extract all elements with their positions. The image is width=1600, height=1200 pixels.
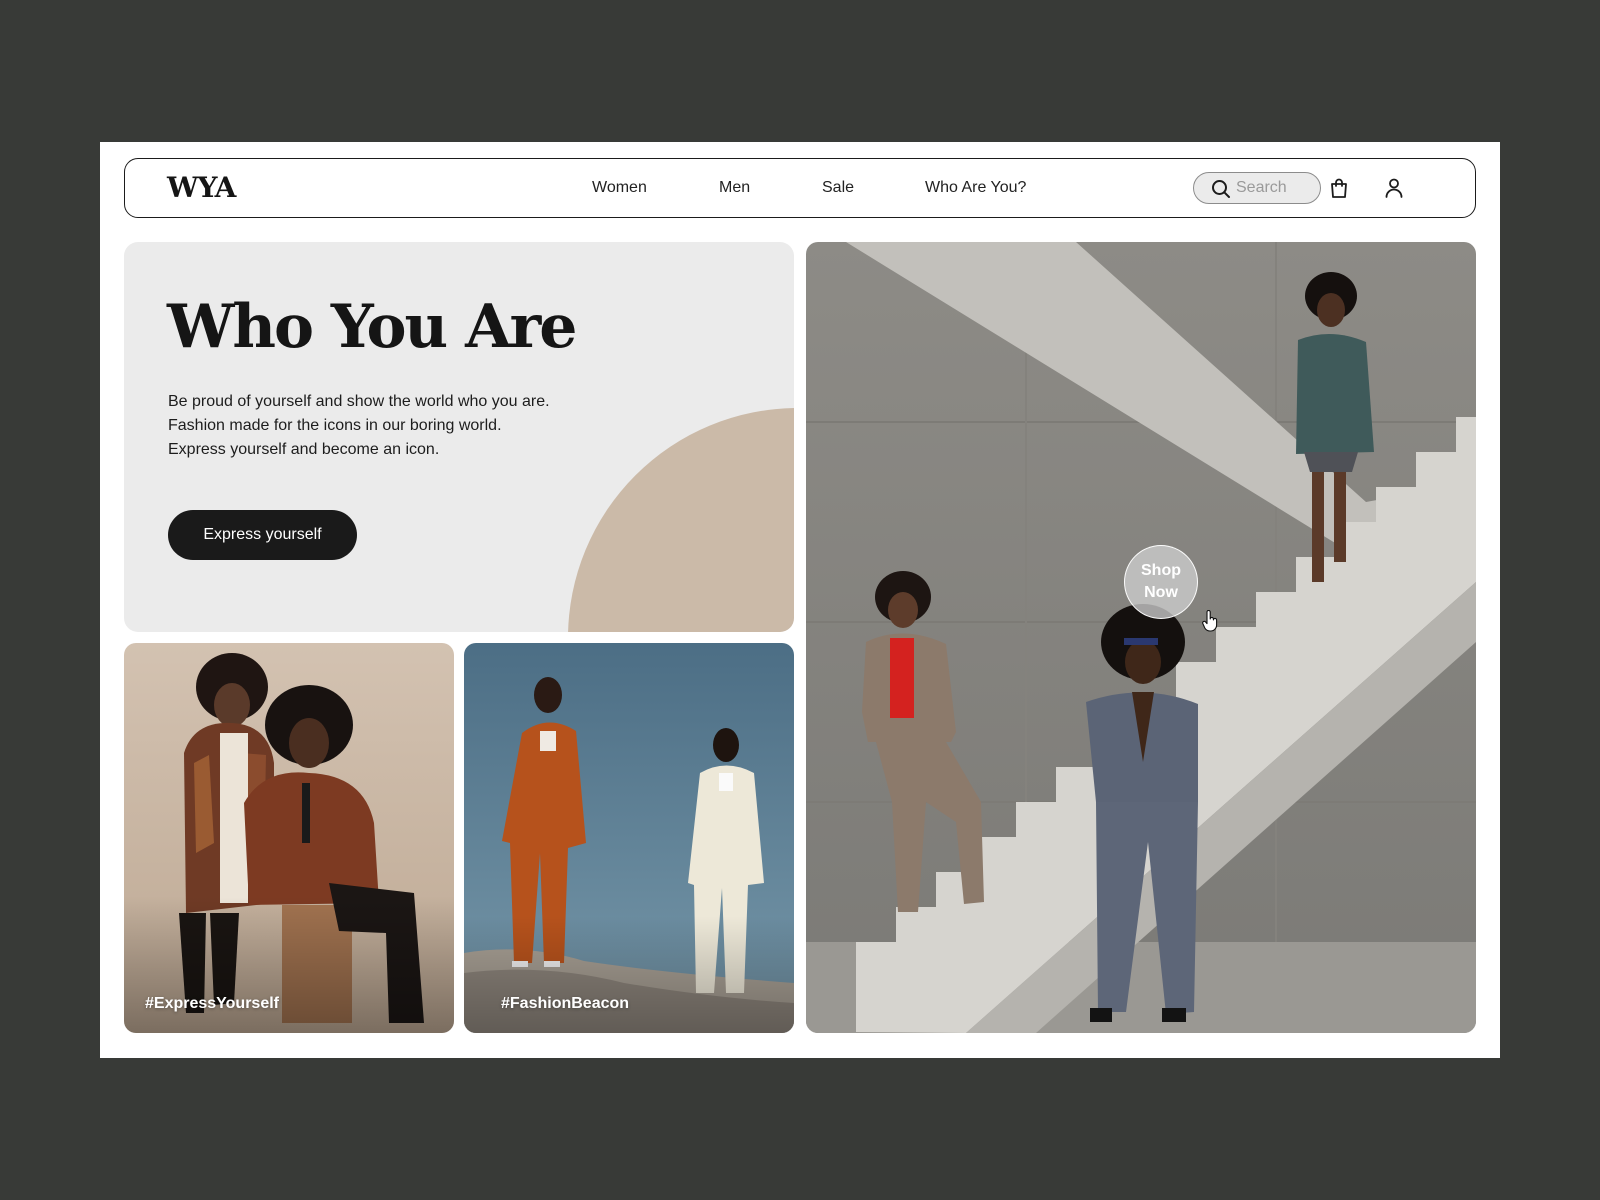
express-yourself-button[interactable]: Express yourself bbox=[168, 510, 357, 560]
express-yourself-photo bbox=[124, 643, 454, 1033]
hero-card: Who You Are Be proud of yourself and sho… bbox=[124, 242, 794, 632]
hashtag-label: #ExpressYourself bbox=[145, 995, 279, 1012]
hero-decorative-circle bbox=[568, 408, 794, 632]
fashion-beacon-photo bbox=[464, 643, 794, 1033]
nav-link-sale[interactable]: Sale bbox=[822, 179, 854, 197]
nav-link-men[interactable]: Men bbox=[719, 179, 750, 197]
user-icon bbox=[1385, 178, 1403, 198]
hashtag-label: #FashionBeacon bbox=[501, 995, 630, 1012]
express-yourself-card[interactable]: #ExpressYourself bbox=[124, 643, 454, 1033]
nav-link-who-are-you[interactable]: Who Are You? bbox=[925, 179, 1026, 197]
fashion-beacon-card[interactable]: #FashionBeacon bbox=[464, 643, 794, 1033]
top-navbar: WYA Women Men Sale Who Are You? bbox=[124, 158, 1476, 218]
hero-line: Fashion made for the icons in our boring… bbox=[168, 417, 502, 434]
cart-button[interactable] bbox=[1326, 175, 1352, 201]
hand-pointer-icon bbox=[1202, 610, 1218, 632]
hero-description: Be proud of yourself and show the world … bbox=[168, 390, 550, 462]
feature-photo-card[interactable] bbox=[806, 242, 1476, 1033]
shop-now-button[interactable]: Shop Now bbox=[1124, 545, 1198, 619]
brand-logo[interactable]: WYA bbox=[167, 171, 236, 204]
hero-line: Express yourself and become an icon. bbox=[168, 441, 440, 458]
shop-now-line: Shop bbox=[1141, 562, 1181, 579]
staircase-photo bbox=[806, 242, 1476, 1033]
page: WYA Women Men Sale Who Are You? Search W… bbox=[100, 142, 1500, 1058]
hero-title: Who You Are bbox=[167, 292, 577, 362]
search-icon bbox=[1212, 180, 1230, 198]
search-box[interactable] bbox=[1193, 172, 1321, 204]
search-input[interactable] bbox=[1236, 178, 1316, 198]
hero-line: Be proud of yourself and show the world … bbox=[168, 393, 550, 410]
account-button[interactable] bbox=[1381, 175, 1407, 201]
shopping-bag-icon bbox=[1331, 178, 1347, 198]
nav-link-women[interactable]: Women bbox=[592, 179, 647, 197]
shop-now-line: Now bbox=[1144, 584, 1178, 601]
